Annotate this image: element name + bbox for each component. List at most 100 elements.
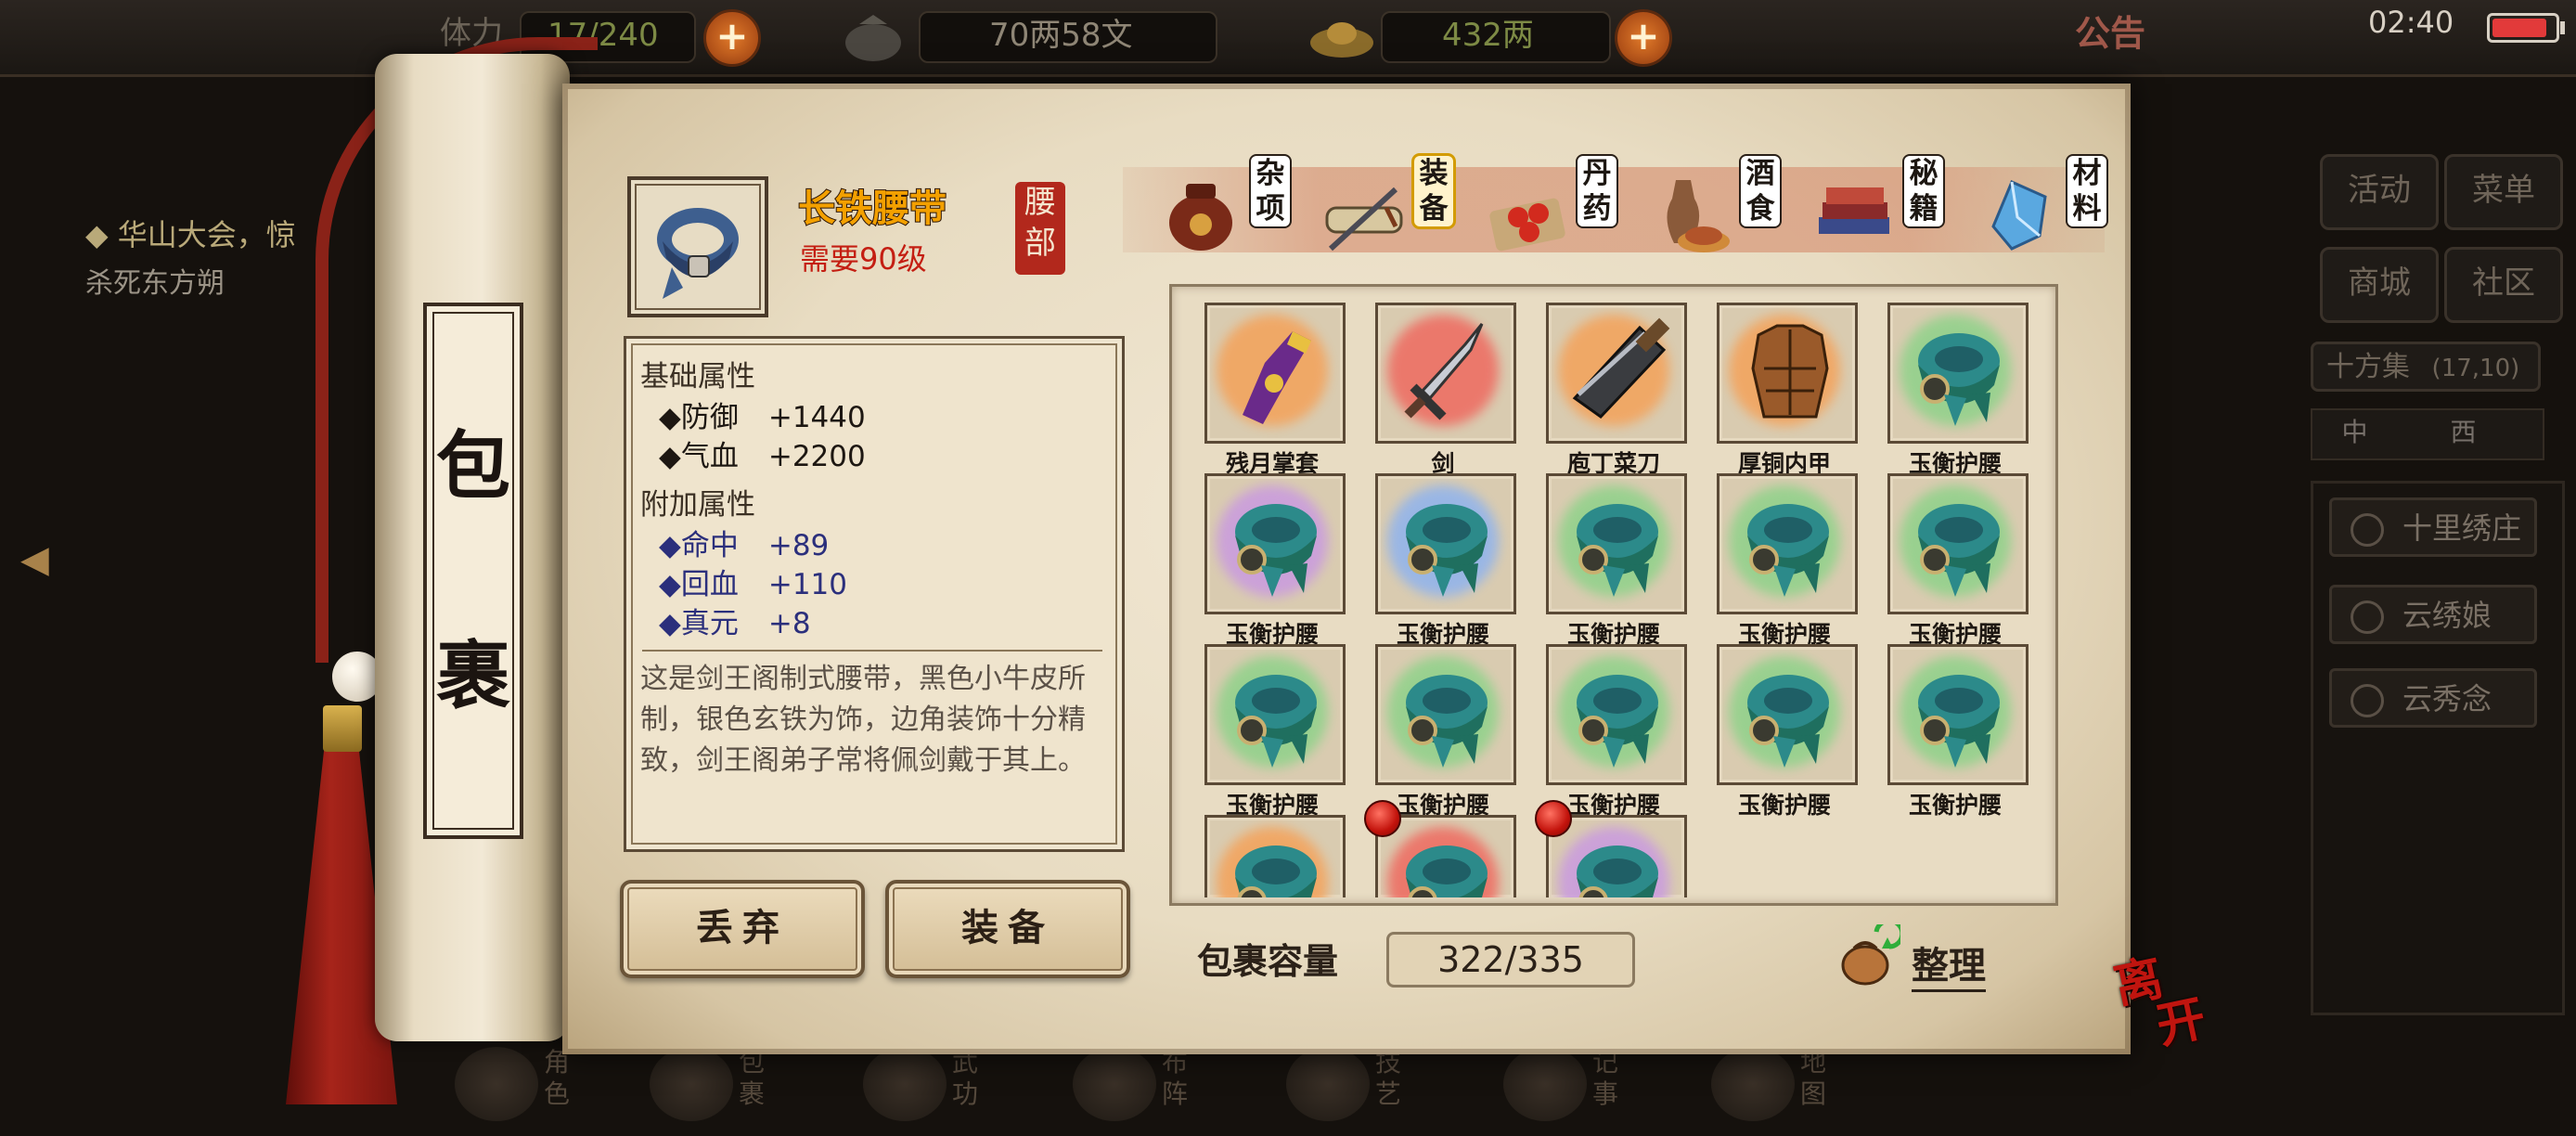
inventory-slot[interactable] <box>1204 815 1346 897</box>
location-bar[interactable]: 十方集 (17,10) <box>2311 342 2541 392</box>
inventory-slot[interactable] <box>1375 644 1516 785</box>
belt-icon <box>1747 504 1829 597</box>
tab-label: 丹药 <box>1578 156 1616 226</box>
item-description: 这是剑王阁制式腰带，黑色小牛皮所制，银色玄铁为饰，边角装饰十分精致，剑王阁弟子常… <box>640 663 1086 777</box>
belt-icon <box>1747 675 1829 768</box>
inventory-slot[interactable] <box>1204 303 1346 444</box>
inventory-slot[interactable] <box>1887 303 2029 444</box>
person-icon <box>2351 600 2384 634</box>
building-icon <box>2351 513 2384 547</box>
tab-label: 材料 <box>2067 156 2106 226</box>
scroll-title-char: 包 <box>436 422 510 510</box>
quest-title[interactable]: ◆ 华山大会，惊 <box>85 212 296 254</box>
gold-value: 432两 <box>1442 17 1534 54</box>
add-stamina-button[interactable]: + <box>703 9 761 67</box>
capacity-label: 包裹容量 <box>1197 940 1339 982</box>
jar-icon <box>1169 184 1232 251</box>
clock: 02:40 <box>2368 5 2454 40</box>
npc-item[interactable]: 云秀念 <box>2329 668 2537 728</box>
money-pouch-icon <box>845 15 901 61</box>
inventory-slot[interactable] <box>1204 644 1346 785</box>
activity-button[interactable]: 活动 <box>2320 154 2439 230</box>
books-icon <box>1819 187 1889 234</box>
shop-button[interactable]: 商城 <box>2320 247 2439 323</box>
inventory-slot[interactable] <box>1546 303 1687 444</box>
tassel-cap <box>323 705 362 752</box>
belt-icon <box>1406 675 1488 768</box>
tab-category[interactable]: 丹药 <box>1475 152 1631 264</box>
tab-label: 酒食 <box>1741 156 1780 226</box>
tab-label: 装备 <box>1414 156 1453 226</box>
inventory-slot[interactable] <box>1887 644 2029 785</box>
gold-ingot-icon <box>1310 22 1373 58</box>
capacity-value: 322/335 <box>1386 932 1635 988</box>
attr-row: ◆防御 +1440 <box>659 401 866 434</box>
inventory-slot[interactable] <box>1375 473 1516 614</box>
equip-button[interactable]: 装备 <box>885 880 1130 978</box>
tab-category[interactable]: 材料 <box>1965 152 2121 264</box>
add-gold-button[interactable]: + <box>1615 9 1672 67</box>
npc-panel <box>2311 481 2565 1015</box>
belt-icon <box>1577 846 1658 897</box>
tab-category[interactable]: 装备 <box>1312 152 1468 264</box>
divider <box>642 650 1102 652</box>
formation-icon <box>1073 1047 1156 1121</box>
sword-icon <box>1404 323 1484 420</box>
compass: 中 西 <box>2311 408 2544 460</box>
inventory-slot[interactable] <box>1546 644 1687 785</box>
inventory-item-name: 玉衡护腰 <box>1908 792 2002 819</box>
extra-attr-header: 附加属性 <box>640 488 755 522</box>
armor-icon <box>1751 324 1829 419</box>
npc-item[interactable]: 云绣娘 <box>2329 585 2537 644</box>
scroll-sword-icon <box>1325 187 1403 252</box>
attr-row: ◆真元 +8 <box>659 607 811 640</box>
new-item-badge <box>1535 800 1572 837</box>
cleaver-icon <box>1572 317 1670 419</box>
inventory-slot[interactable] <box>1375 303 1516 444</box>
person-icon <box>2351 684 2384 717</box>
selected-item-icon <box>627 176 768 317</box>
location-name: 十方集 <box>2326 351 2410 383</box>
sort-button[interactable]: 整理 <box>1912 936 1986 992</box>
battery-icon <box>2487 13 2565 43</box>
martial-icon <box>863 1047 947 1121</box>
inventory-slot[interactable] <box>1204 473 1346 614</box>
scroll-title: 包 裹 <box>423 303 523 839</box>
belt-icon <box>1406 504 1488 597</box>
leave-button[interactable]: 离 开 <box>2109 943 2231 1064</box>
bag-icon <box>650 1047 733 1121</box>
belt-icon <box>1918 504 2000 597</box>
inventory-slot[interactable] <box>1717 303 1858 444</box>
attr-row: ◆气血 +2200 <box>659 440 866 473</box>
attr-row: ◆命中 +89 <box>659 529 830 562</box>
location-coords: (17,10) <box>2431 355 2520 382</box>
quest-objective: 杀死东方朔 <box>85 267 225 300</box>
belt-icon <box>1918 333 2000 426</box>
inventory-slot[interactable] <box>1546 473 1687 614</box>
belt-icon <box>1235 675 1317 768</box>
sort-bag-icon[interactable] <box>1835 924 1900 989</box>
tab-category[interactable]: 酒食 <box>1639 152 1795 264</box>
inventory-slot[interactable] <box>1717 473 1858 614</box>
journal-icon <box>1503 1047 1587 1121</box>
menu-button[interactable]: 菜单 <box>2444 154 2563 230</box>
tab-label: 杂项 <box>1251 156 1290 226</box>
inventory-item-name: 玉衡护腰 <box>1737 792 1831 819</box>
belt-icon <box>1918 675 2000 768</box>
notice-button[interactable]: 公告 <box>2075 15 2145 52</box>
community-button[interactable]: 社区 <box>2444 247 2563 323</box>
equip-slot-stamp: 腰 部 <box>1015 182 1065 275</box>
discard-button[interactable]: 丢弃 <box>620 880 865 978</box>
new-item-badge <box>1364 800 1401 837</box>
inventory-slot[interactable] <box>1887 473 2029 614</box>
belt-icon <box>1235 504 1317 597</box>
item-level-requirement: 需要90级 <box>800 241 927 277</box>
tab-category[interactable]: 杂项 <box>1149 152 1305 264</box>
npc-item[interactable]: 十里绣庄 <box>2329 497 2537 557</box>
base-attr-header: 基础属性 <box>640 360 755 394</box>
tab-category[interactable]: 秘籍 <box>1802 152 1958 264</box>
inventory-slot[interactable] <box>1717 644 1858 785</box>
collapse-left-icon[interactable]: ◀ <box>20 538 58 594</box>
skill-icon <box>1286 1047 1370 1121</box>
pills-icon <box>1489 198 1565 252</box>
